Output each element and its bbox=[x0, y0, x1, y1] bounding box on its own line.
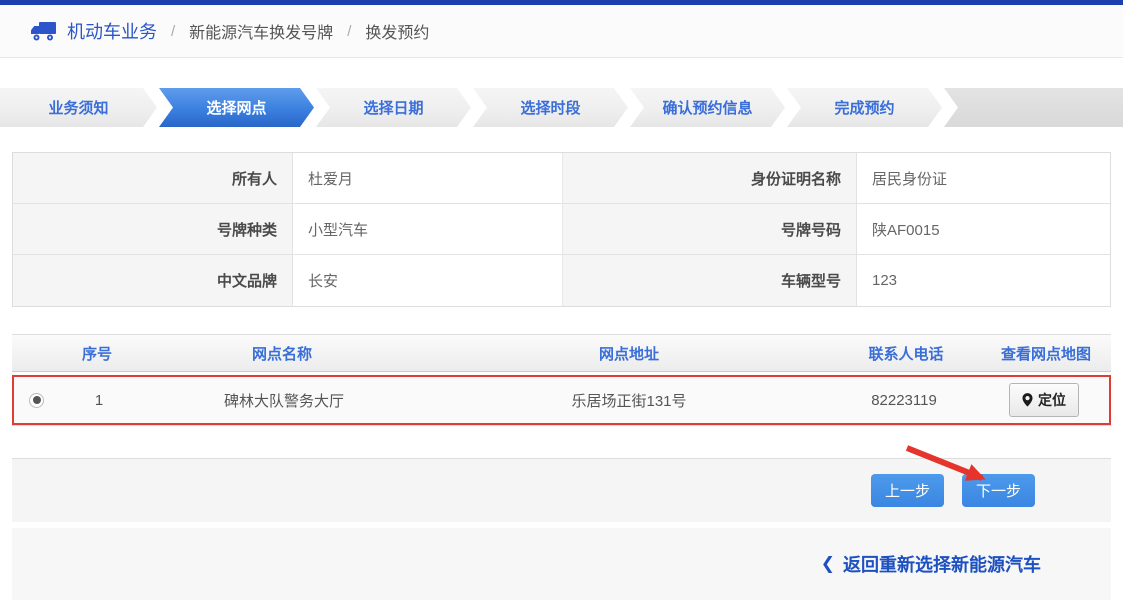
step-tab-confirm-info[interactable]: 确认预约信息 bbox=[630, 88, 785, 127]
station-address-cell: 乐居场正街131号 bbox=[429, 390, 829, 411]
step-label: 确认预约信息 bbox=[662, 97, 752, 118]
step-bar-filler bbox=[944, 88, 1123, 127]
step-label: 选择日期 bbox=[363, 97, 423, 118]
back-link-label: 返回重新选择新能源汽车 bbox=[843, 551, 1041, 577]
step-label: 选择网点 bbox=[206, 97, 266, 118]
radio-dot bbox=[33, 396, 41, 404]
locate-button[interactable]: 定位 bbox=[1009, 383, 1079, 417]
info-label-model: 车辆型号 bbox=[563, 255, 857, 306]
prev-step-button[interactable]: 上一步 bbox=[871, 474, 944, 507]
breadcrumb-separator: / bbox=[171, 23, 175, 40]
header-station-address: 网点地址 bbox=[427, 343, 831, 364]
step-tab-business-notice[interactable]: 业务须知 bbox=[0, 88, 157, 127]
station-phone-cell: 82223119 bbox=[829, 392, 979, 409]
header-station-name: 网点名称 bbox=[137, 343, 427, 364]
station-row-selected[interactable]: 1 碑林大队警务大厅 乐居场正街131号 82223119 定位 bbox=[12, 375, 1111, 425]
info-label-plate-number: 号牌号码 bbox=[563, 204, 857, 255]
locate-button-label: 定位 bbox=[1038, 390, 1066, 410]
chevron-left-icon: ❮ bbox=[821, 554, 835, 574]
breadcrumb-item-vehicle-services[interactable]: 机动车业务 bbox=[67, 18, 157, 44]
station-index-cell: 1 bbox=[59, 392, 139, 409]
info-value-owner: 杜爱月 bbox=[293, 153, 563, 204]
station-table: 序号 网点名称 网点地址 联系人电话 查看网点地图 1 碑林大队警务大厅 乐居场… bbox=[12, 334, 1111, 426]
step-progress-bar: 业务须知 选择网点 选择日期 选择时段 确认预约信息 完成预约 bbox=[0, 88, 1123, 127]
breadcrumb: 机动车业务 / 新能源汽车换发号牌 / 换发预约 bbox=[0, 5, 1123, 58]
step-tab-select-station[interactable]: 选择网点 bbox=[159, 88, 314, 127]
info-value-model: 123 bbox=[857, 255, 1110, 306]
info-value-id-type: 居民身份证 bbox=[857, 153, 1110, 204]
back-to-vehicle-select-link[interactable]: ❮ 返回重新选择新能源汽车 bbox=[821, 551, 1041, 577]
header-view-map: 查看网点地图 bbox=[981, 343, 1111, 364]
truck-icon bbox=[30, 21, 57, 42]
vehicle-info-table: 所有人 杜爱月 身份证明名称 居民身份证 号牌种类 小型汽车 号牌号码 陕AF0… bbox=[12, 152, 1111, 307]
info-value-brand: 长安 bbox=[293, 255, 563, 306]
step-tab-select-time[interactable]: 选择时段 bbox=[473, 88, 628, 127]
info-value-plate-type: 小型汽车 bbox=[293, 204, 563, 255]
header-contact-phone: 联系人电话 bbox=[831, 343, 981, 364]
action-bar: 上一步 下一步 bbox=[12, 458, 1111, 522]
step-label: 选择时段 bbox=[520, 97, 580, 118]
footer-bar: ❮ 返回重新选择新能源汽车 bbox=[12, 528, 1111, 600]
info-value-plate-number: 陕AF0015 bbox=[857, 204, 1110, 255]
breadcrumb-separator: / bbox=[347, 23, 351, 40]
station-table-header: 序号 网点名称 网点地址 联系人电话 查看网点地图 bbox=[12, 334, 1111, 372]
breadcrumb-item-reservation: 换发预约 bbox=[365, 19, 429, 43]
location-pin-icon bbox=[1022, 393, 1033, 407]
step-tab-select-date[interactable]: 选择日期 bbox=[316, 88, 471, 127]
step-label: 业务须知 bbox=[48, 97, 108, 118]
station-radio[interactable] bbox=[29, 393, 44, 408]
header-index: 序号 bbox=[57, 343, 137, 364]
info-label-owner: 所有人 bbox=[13, 153, 293, 204]
step-tab-complete[interactable]: 完成预约 bbox=[787, 88, 942, 127]
page: 机动车业务 / 新能源汽车换发号牌 / 换发预约 业务须知 选择网点 选择日期 … bbox=[0, 0, 1123, 605]
next-step-button[interactable]: 下一步 bbox=[962, 474, 1035, 507]
breadcrumb-item-plate-renewal[interactable]: 新能源汽车换发号牌 bbox=[189, 19, 333, 43]
step-label: 完成预约 bbox=[834, 97, 894, 118]
info-label-plate-type: 号牌种类 bbox=[13, 204, 293, 255]
info-label-brand: 中文品牌 bbox=[13, 255, 293, 306]
station-name-cell: 碑林大队警务大厅 bbox=[139, 390, 429, 411]
info-label-id-type: 身份证明名称 bbox=[563, 153, 857, 204]
